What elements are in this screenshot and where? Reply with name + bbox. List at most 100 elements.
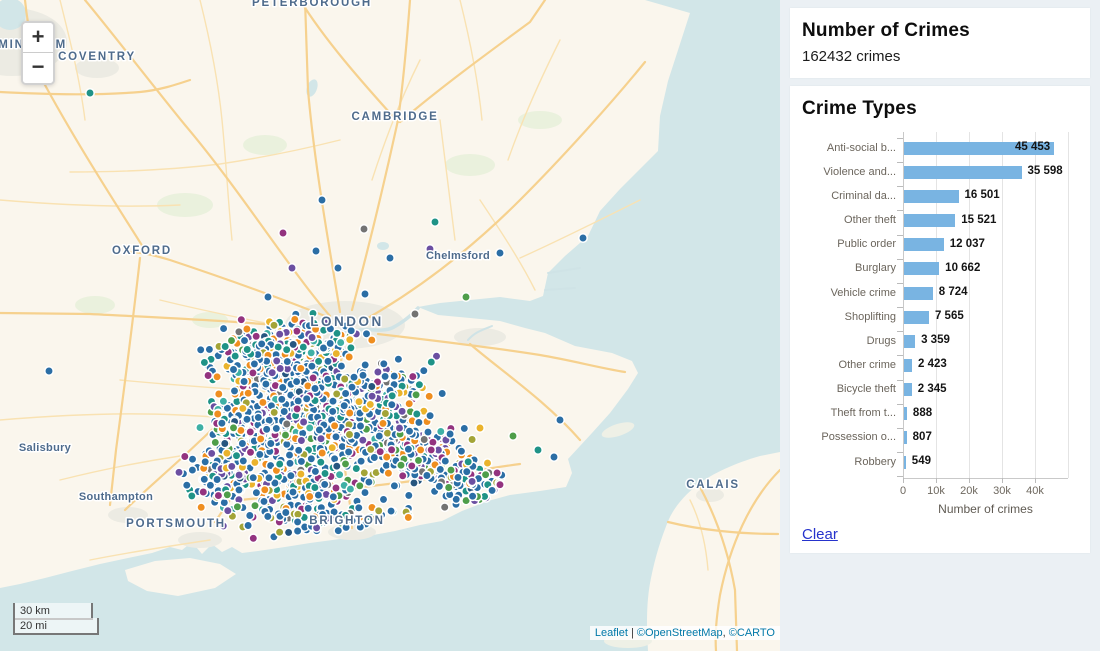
crime-dot[interactable] (249, 534, 257, 542)
crime-dot[interactable] (446, 430, 454, 438)
crime-dot[interactable] (262, 380, 270, 388)
crime-dot[interactable] (197, 346, 205, 354)
crime-dot[interactable] (356, 422, 364, 430)
crime-dot[interactable] (308, 362, 316, 370)
crime-dot[interactable] (188, 466, 196, 474)
crime-dot[interactable] (405, 491, 413, 499)
bar[interactable] (904, 456, 906, 469)
crime-dot[interactable] (317, 458, 325, 466)
row-label[interactable]: Anti-social b... (802, 142, 896, 154)
crime-dot[interactable] (240, 336, 248, 344)
crime-dot[interactable] (447, 466, 455, 474)
crime-dot[interactable] (330, 422, 338, 430)
crime-dot[interactable] (211, 438, 219, 446)
crime-dot[interactable] (326, 339, 334, 347)
crime-dot[interactable] (534, 446, 542, 454)
crime-dot[interactable] (224, 507, 232, 515)
crime-dot[interactable] (279, 383, 287, 391)
crime-dot[interactable] (359, 371, 367, 379)
crime-dot[interactable] (329, 407, 337, 415)
crime-dot[interactable] (200, 358, 208, 366)
crime-dot[interactable] (509, 432, 517, 440)
crime-dot[interactable] (183, 481, 191, 489)
crime-dot[interactable] (199, 488, 207, 496)
row-label[interactable]: Robbery (802, 456, 896, 468)
crime-dot[interactable] (276, 460, 284, 468)
crime-dot[interactable] (368, 392, 376, 400)
crime-dot[interactable] (306, 492, 314, 500)
zoom-out-button[interactable]: − (23, 53, 53, 83)
crime-dot[interactable] (229, 365, 237, 373)
crime-dot[interactable] (328, 444, 336, 452)
crime-dot[interactable] (264, 512, 272, 520)
crime-dot[interactable] (550, 453, 558, 461)
crime-dot[interactable] (204, 371, 212, 379)
crime-dot[interactable] (457, 447, 465, 455)
crime-dot[interactable] (263, 425, 271, 433)
crime-dot[interactable] (292, 377, 300, 385)
crime-dot[interactable] (405, 427, 413, 435)
crime-dot[interactable] (297, 470, 305, 478)
crime-dot[interactable] (427, 446, 435, 454)
crime-dot[interactable] (201, 458, 209, 466)
crime-dot[interactable] (496, 481, 504, 489)
crime-dot[interactable] (413, 410, 421, 418)
row-label[interactable]: Possession o... (802, 431, 896, 443)
crime-dot[interactable] (404, 513, 412, 521)
crime-dot[interactable] (445, 483, 453, 491)
crime-dot[interactable] (197, 503, 205, 511)
crime-dot[interactable] (355, 398, 363, 406)
crime-dot[interactable] (188, 492, 196, 500)
crime-dot[interactable] (303, 395, 311, 403)
bar[interactable] (904, 190, 959, 203)
row-label[interactable]: Bicycle theft (802, 383, 896, 395)
crime-dot[interactable] (410, 479, 418, 487)
crime-dot[interactable] (256, 450, 264, 458)
crime-dot[interactable] (307, 455, 315, 463)
zoom-in-button[interactable]: + (23, 23, 53, 53)
crime-dot[interactable] (399, 472, 407, 480)
crime-dot[interactable] (293, 527, 301, 535)
crime-dot[interactable] (405, 400, 413, 408)
crime-dot[interactable] (304, 504, 312, 512)
crime-dot[interactable] (481, 471, 489, 479)
map[interactable]: BIRMINGHAMCOVENTRYPETERBOROUGHCAMBRIDGEO… (0, 0, 780, 651)
row-label[interactable]: Shoplifting (802, 311, 896, 323)
crime-dot[interactable] (380, 360, 388, 368)
crime-dot[interactable] (246, 511, 254, 519)
crime-dot[interactable] (268, 369, 276, 377)
crime-dot[interactable] (360, 225, 368, 233)
crime-dot[interactable] (318, 196, 326, 204)
crime-dot[interactable] (45, 367, 53, 375)
crime-dot[interactable] (329, 493, 337, 501)
crime-dot[interactable] (423, 471, 431, 479)
carto-link[interactable]: ©CARTO (729, 627, 775, 639)
crime-dot[interactable] (397, 461, 405, 469)
crime-dot[interactable] (213, 475, 221, 483)
crime-dot[interactable] (374, 368, 382, 376)
row-label[interactable]: Public order (802, 238, 896, 250)
bar[interactable] (904, 359, 912, 372)
crime-dot[interactable] (288, 264, 296, 272)
crime-dot[interactable] (438, 389, 446, 397)
crime-dot[interactable] (275, 528, 283, 536)
crime-dot[interactable] (436, 465, 444, 473)
crime-dot[interactable] (219, 324, 227, 332)
crime-dot[interactable] (243, 415, 251, 423)
crime-dot[interactable] (409, 372, 417, 380)
crime-dot[interactable] (404, 445, 412, 453)
crime-dot[interactable] (205, 345, 213, 353)
crime-dot[interactable] (368, 382, 376, 390)
bar[interactable] (904, 431, 907, 444)
crime-dot[interactable] (340, 402, 348, 410)
crime-dot[interactable] (324, 357, 332, 365)
crime-dot[interactable] (315, 426, 323, 434)
crime-dot[interactable] (259, 398, 267, 406)
crime-dot[interactable] (264, 293, 272, 301)
crime-dot[interactable] (276, 330, 284, 338)
crime-dot[interactable] (321, 480, 329, 488)
crime-dot[interactable] (431, 218, 439, 226)
crime-dot[interactable] (309, 374, 317, 382)
crime-dot[interactable] (214, 491, 222, 499)
crime-dot[interactable] (231, 352, 239, 360)
